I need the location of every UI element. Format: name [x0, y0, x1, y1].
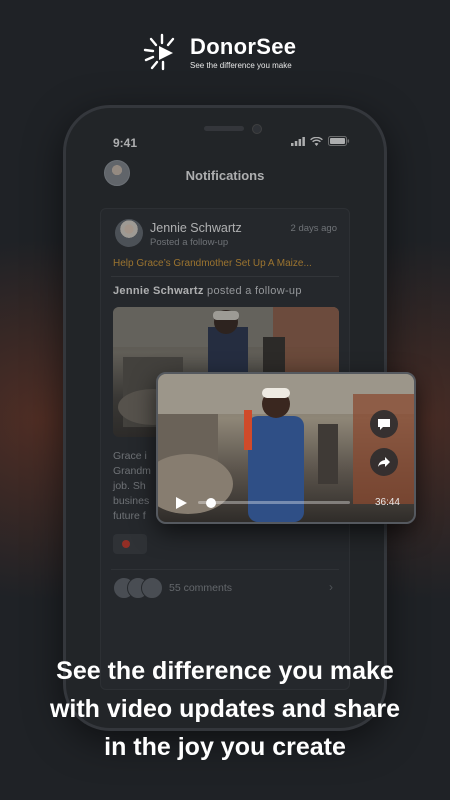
like-button[interactable] — [113, 534, 147, 554]
share-arrow-icon — [378, 457, 390, 467]
page-title: Notifications — [185, 168, 265, 183]
comments-row[interactable]: 55 comments › — [111, 569, 339, 610]
video-player[interactable]: 36:44 — [156, 372, 416, 524]
followup-author: Jennie Schwartz — [113, 285, 204, 297]
notification-subtitle: Posted a follow-up — [150, 237, 229, 248]
headline-line: with video updates and share — [49, 695, 401, 723]
phone-speaker — [204, 126, 244, 131]
donorsee-logo-icon — [143, 33, 175, 71]
commenter-avatar — [141, 577, 163, 599]
phone-camera — [252, 124, 262, 134]
brand-header: DonorSee See the difference you make — [142, 32, 296, 72]
comment-button[interactable] — [370, 410, 398, 438]
headline-line: See the difference you make — [56, 657, 394, 685]
chat-bubble-icon — [378, 418, 390, 430]
video-duration: 36:44 — [374, 497, 400, 508]
play-icon[interactable] — [174, 496, 188, 510]
signal-icon — [291, 136, 305, 146]
headline-line: in the joy you create — [104, 733, 346, 761]
followup-action: posted a follow-up — [203, 285, 302, 297]
status-icons — [291, 136, 350, 146]
comments-count[interactable]: 55 comments — [169, 582, 232, 594]
followup-headline: Jennie Schwartz posted a follow-up — [113, 285, 302, 297]
share-button[interactable] — [370, 448, 398, 476]
video-progress-track[interactable] — [198, 501, 350, 504]
chevron-right-icon[interactable]: › — [329, 580, 333, 594]
brand-name: DonorSee — [190, 33, 297, 59]
wifi-icon — [310, 136, 323, 146]
brand-tagline: See the difference you make — [190, 60, 292, 70]
divider — [111, 276, 339, 277]
notification-time: 2 days ago — [290, 223, 337, 234]
project-link[interactable]: Help Grace’s Grandmother Set Up A Maize.… — [113, 258, 339, 269]
author-avatar[interactable] — [115, 219, 143, 247]
author-name[interactable]: Jennie Schwartz — [150, 221, 242, 235]
video-scrubber[interactable] — [206, 498, 216, 508]
status-time: 9:41 — [113, 136, 138, 150]
battery-icon — [328, 136, 350, 146]
marketing-headline: See the difference you make with video u… — [20, 652, 430, 766]
heart-icon — [122, 540, 130, 548]
